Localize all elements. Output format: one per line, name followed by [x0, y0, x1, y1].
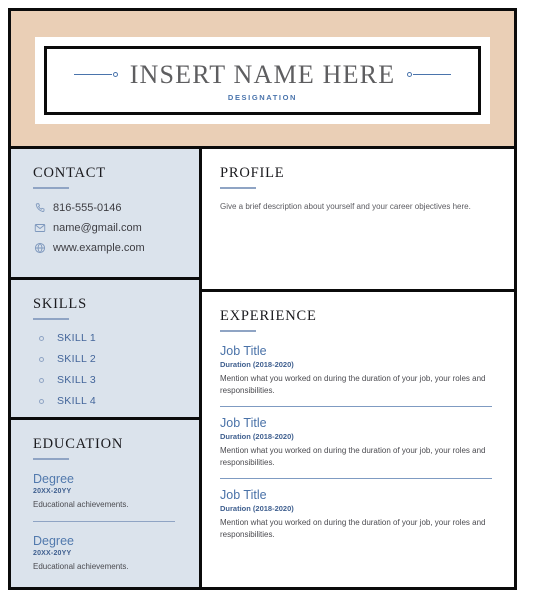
decorative-line-right-icon	[407, 72, 452, 77]
skill-label: SKILL 1	[57, 332, 97, 344]
body-grid: CONTACT 816-555-0146 name@gmail.com www.…	[11, 146, 514, 587]
contact-phone-value: 816-555-0146	[53, 201, 122, 214]
profile-panel: PROFILE Give a brief description about y…	[202, 149, 514, 292]
divider	[33, 521, 175, 522]
education-entry: Degree 20XX-20YY Educational achievement…	[33, 472, 181, 509]
education-panel: EDUCATION Degree 20XX-20YY Educational a…	[11, 420, 199, 587]
skills-panel: SKILLS SKILL 1 SKILL 2 SKILL 3 SKILL 4	[11, 280, 199, 420]
experience-section-title: EXPERIENCE	[220, 308, 317, 324]
experience-duration: Duration (2018-2020)	[220, 360, 294, 369]
main-column: PROFILE Give a brief description about y…	[202, 149, 514, 587]
experience-description: Mention what you worked on during the du…	[220, 374, 486, 395]
skill-label: SKILL 4	[57, 395, 97, 407]
experience-job-title: Job Title	[220, 344, 267, 358]
contact-item-email: name@gmail.com	[33, 221, 181, 234]
bullet-icon	[39, 335, 44, 341]
experience-duration: Duration (2018-2020)	[220, 432, 294, 441]
education-degree: Degree	[33, 472, 74, 486]
designation-subtitle: DESIGNATION	[227, 92, 298, 102]
contact-item-website: www.example.com	[33, 241, 181, 254]
bullet-icon	[39, 356, 44, 362]
sidebar-column: CONTACT 816-555-0146 name@gmail.com www.…	[11, 149, 202, 587]
list-item: SKILL 4	[39, 395, 181, 407]
list-item: SKILL 2	[39, 353, 181, 365]
profile-description: Give a brief description about yourself …	[220, 202, 471, 211]
education-years: 20XX-20YY	[33, 550, 72, 557]
contact-title-rule	[33, 187, 69, 189]
page-title: INSERT NAME HERE	[129, 59, 396, 89]
skills-title-rule	[33, 318, 69, 320]
education-entry: Degree 20XX-20YY Educational achievement…	[33, 534, 181, 571]
list-item: SKILL 1	[39, 332, 181, 344]
experience-job-title: Job Title	[220, 488, 267, 502]
experience-job-title: Job Title	[220, 416, 267, 430]
divider	[220, 406, 492, 407]
contact-section-title: CONTACT	[33, 165, 106, 181]
divider	[220, 478, 492, 479]
experience-description: Mention what you worked on during the du…	[220, 518, 486, 539]
bullet-icon	[39, 377, 44, 383]
experience-duration: Duration (2018-2020)	[220, 504, 294, 513]
education-section-title: EDUCATION	[33, 436, 124, 452]
list-item: SKILL 3	[39, 374, 181, 386]
skill-label: SKILL 3	[57, 374, 97, 386]
contact-panel: CONTACT 816-555-0146 name@gmail.com www.…	[11, 149, 199, 280]
envelope-icon	[33, 221, 46, 234]
experience-panel: EXPERIENCE Job Title Duration (2018-2020…	[202, 292, 514, 587]
globe-icon	[33, 241, 46, 254]
profile-title-rule	[220, 187, 256, 189]
name-row: INSERT NAME HERE	[47, 60, 478, 90]
contact-website-value: www.example.com	[53, 241, 145, 254]
experience-entry: Job Title Duration (2018-2020) Mention w…	[220, 416, 492, 469]
header-white-mat: INSERT NAME HERE DESIGNATION	[35, 37, 490, 124]
decorative-line-left-icon	[73, 72, 118, 77]
education-achievements: Educational achievements.	[33, 500, 129, 509]
profile-section-title: PROFILE	[220, 165, 285, 181]
education-years: 20XX-20YY	[33, 488, 72, 495]
experience-entry: Job Title Duration (2018-2020) Mention w…	[220, 344, 492, 397]
skill-label: SKILL 2	[57, 353, 97, 365]
experience-description: Mention what you worked on during the du…	[220, 446, 486, 467]
header-band: INSERT NAME HERE DESIGNATION	[11, 11, 514, 146]
experience-title-rule	[220, 330, 256, 332]
skills-list: SKILL 1 SKILL 2 SKILL 3 SKILL 4	[33, 332, 181, 407]
resume-page: INSERT NAME HERE DESIGNATION CONTACT 816…	[8, 8, 517, 590]
skills-section-title: SKILLS	[33, 296, 87, 312]
experience-entry: Job Title Duration (2018-2020) Mention w…	[220, 488, 492, 541]
contact-email-value: name@gmail.com	[53, 221, 142, 234]
contact-list: 816-555-0146 name@gmail.com www.example.…	[33, 201, 181, 254]
phone-icon	[33, 201, 46, 214]
education-title-rule	[33, 458, 69, 460]
education-degree: Degree	[33, 534, 74, 548]
contact-item-phone: 816-555-0146	[33, 201, 181, 214]
header-name-box: INSERT NAME HERE DESIGNATION	[44, 46, 481, 115]
education-achievements: Educational achievements.	[33, 562, 129, 571]
bullet-icon	[39, 398, 44, 404]
